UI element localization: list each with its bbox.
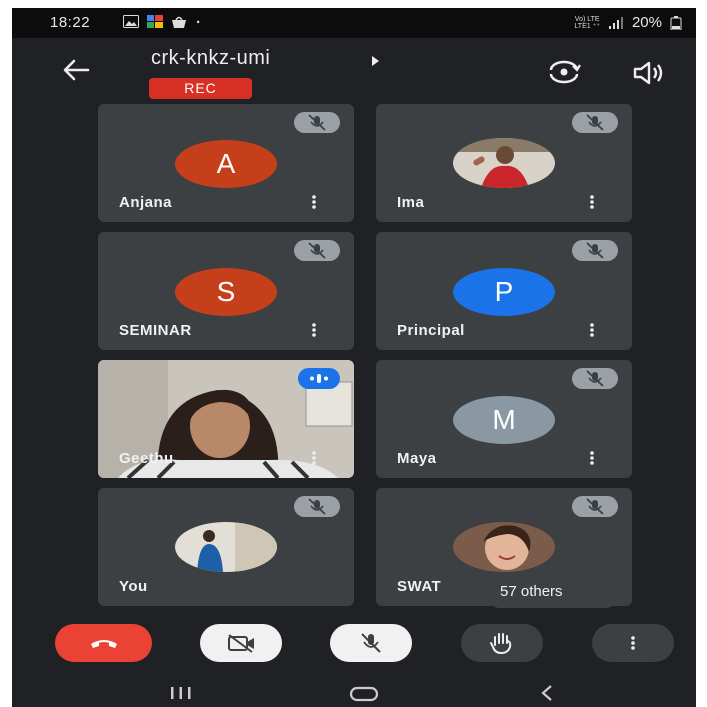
participant-name: Principal: [397, 322, 465, 339]
participant-avatar: S: [175, 268, 277, 316]
participant-tile-self[interactable]: You: [98, 488, 354, 606]
end-call-button[interactable]: [55, 624, 152, 662]
participant-tile[interactable]: A Anjana: [98, 104, 354, 222]
android-nav-bar: [12, 679, 696, 707]
status-bar: 18:22 Vo) LTE LTE1 ⁺⁺ 20%: [12, 8, 696, 38]
meet-screen: 18:22 Vo) LTE LTE1 ⁺⁺ 20% crk-knkz-umi RE…: [12, 8, 696, 707]
more-vert-icon[interactable]: [590, 195, 594, 209]
bag-icon: [172, 16, 186, 28]
caret-right-icon[interactable]: [372, 56, 379, 66]
participant-name: You: [119, 578, 148, 595]
mic-toggle-button[interactable]: [330, 624, 412, 662]
dot-icon: [196, 20, 200, 24]
participant-tile[interactable]: Ima: [376, 104, 632, 222]
switch-camera-icon[interactable]: [546, 58, 582, 86]
participant-name: Geethu: [119, 450, 174, 467]
recents-icon[interactable]: [168, 685, 194, 701]
more-vert-icon: [631, 636, 635, 650]
meeting-header: crk-knkz-umi REC: [12, 38, 696, 106]
participant-avatar: A: [175, 140, 277, 188]
muted-badge: [572, 112, 618, 133]
participant-avatar: M: [453, 396, 555, 444]
participant-tile[interactable]: P Principal: [376, 232, 632, 350]
battery-icon: [670, 15, 682, 30]
notification-icons: [123, 15, 205, 28]
others-count-chip[interactable]: 57 others: [484, 575, 621, 608]
gallery-icon: [147, 15, 163, 28]
participant-name: SEMINAR: [119, 322, 192, 339]
muted-badge: [572, 496, 618, 517]
status-time: 18:22: [50, 14, 91, 31]
more-vert-icon[interactable]: [590, 323, 594, 337]
more-vert-icon[interactable]: [590, 451, 594, 465]
speaker-icon[interactable]: [632, 60, 664, 86]
speaking-badge: [298, 368, 340, 389]
participant-photo: [453, 522, 555, 572]
more-vert-icon[interactable]: [312, 323, 316, 337]
raise-hand-button[interactable]: [461, 624, 543, 662]
meeting-code[interactable]: crk-knkz-umi: [151, 47, 270, 70]
participant-name: Anjana: [119, 194, 173, 211]
network-indicator: Vo) LTE LTE1 ⁺⁺: [574, 15, 600, 30]
participant-name: SWAT: [397, 578, 442, 595]
mic-off-icon: [361, 633, 381, 653]
more-vert-icon[interactable]: [312, 195, 316, 209]
camera-toggle-button[interactable]: [200, 624, 282, 662]
participant-name: Maya: [397, 450, 437, 467]
image-icon: [123, 15, 139, 28]
participant-tile[interactable]: M Maya: [376, 360, 632, 478]
status-right: Vo) LTE LTE1 ⁺⁺ 20%: [574, 14, 682, 31]
muted-badge: [294, 496, 340, 517]
muted-badge: [294, 240, 340, 261]
back-nav-icon[interactable]: [539, 684, 555, 702]
participant-photo: [453, 138, 555, 188]
muted-badge: [572, 240, 618, 261]
participant-photo: [175, 522, 277, 572]
battery-level: 20%: [631, 14, 662, 31]
muted-badge: [572, 368, 618, 389]
more-options-button[interactable]: [592, 624, 674, 662]
back-arrow-icon[interactable]: [60, 56, 92, 84]
signal-icon: [608, 16, 623, 29]
participant-avatar: P: [453, 268, 555, 316]
home-icon[interactable]: [348, 685, 380, 703]
phone-hangup-icon: [91, 640, 117, 648]
rec-badge: REC: [149, 78, 252, 99]
participant-tile[interactable]: S SEMINAR: [98, 232, 354, 350]
participant-tile-video[interactable]: Geethu: [98, 360, 354, 478]
muted-badge: [294, 112, 340, 133]
camera-off-icon: [228, 634, 254, 653]
participant-name: Ima: [397, 194, 425, 211]
more-vert-icon[interactable]: [312, 451, 316, 465]
hand-icon: [490, 633, 512, 655]
